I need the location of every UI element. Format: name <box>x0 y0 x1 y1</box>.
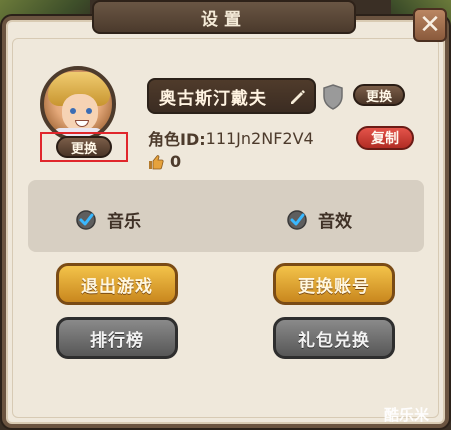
music-toggle[interactable]: 音乐 <box>75 207 141 232</box>
dialog-title-tab: 设置 <box>92 0 356 34</box>
player-name-box: 奥古斯汀戴夫 <box>147 78 316 114</box>
exit-game-button[interactable]: 退出游戏 <box>56 263 178 305</box>
switch-account-button[interactable]: 更换账号 <box>273 263 395 305</box>
checkbox-checked-icon[interactable] <box>286 209 308 231</box>
pencil-icon[interactable] <box>289 88 307 106</box>
avatar-eye-right <box>86 108 92 114</box>
sfx-label: 音效 <box>318 212 352 232</box>
dialog-title: 设置 <box>201 9 247 30</box>
gift-redeem-label: 礼包兑换 <box>298 330 370 351</box>
avatar-eye-left <box>70 108 76 114</box>
close-icon: ✕ <box>419 10 441 40</box>
music-label: 音乐 <box>107 212 141 232</box>
player-name: 奥古斯汀戴夫 <box>159 88 267 109</box>
copy-id-button[interactable]: 复制 <box>356 126 414 150</box>
thumbs-up-icon <box>149 154 164 169</box>
change-name-label: 更换 <box>365 89 392 105</box>
ranking-label: 排行榜 <box>90 330 144 351</box>
likes-count: 0 <box>170 152 182 171</box>
close-button[interactable]: ✕ <box>413 8 447 42</box>
change-name-button[interactable]: 更换 <box>353 84 405 106</box>
watermark: 酷乐米 <box>384 406 430 424</box>
switch-account-label: 更换账号 <box>298 276 370 297</box>
gift-redeem-button[interactable]: 礼包兑换 <box>273 317 395 359</box>
change-avatar-label: 更换 <box>70 141 97 157</box>
role-id-label: 角色ID: <box>148 130 206 149</box>
shield-icon <box>323 84 343 110</box>
avatar <box>40 66 116 142</box>
ranking-button[interactable]: 排行榜 <box>56 317 178 359</box>
sfx-toggle[interactable]: 音效 <box>286 207 352 232</box>
role-id-row: 角色ID: 111Jn2NF2V4 <box>148 126 314 150</box>
checkbox-checked-icon[interactable] <box>75 209 97 231</box>
exit-game-label: 退出游戏 <box>81 276 153 297</box>
role-id-value: 111Jn2NF2V4 <box>205 128 314 148</box>
likes-row: 0 <box>148 152 181 171</box>
copy-id-label: 复制 <box>371 131 399 147</box>
change-avatar-button[interactable]: 更换 <box>56 136 112 158</box>
